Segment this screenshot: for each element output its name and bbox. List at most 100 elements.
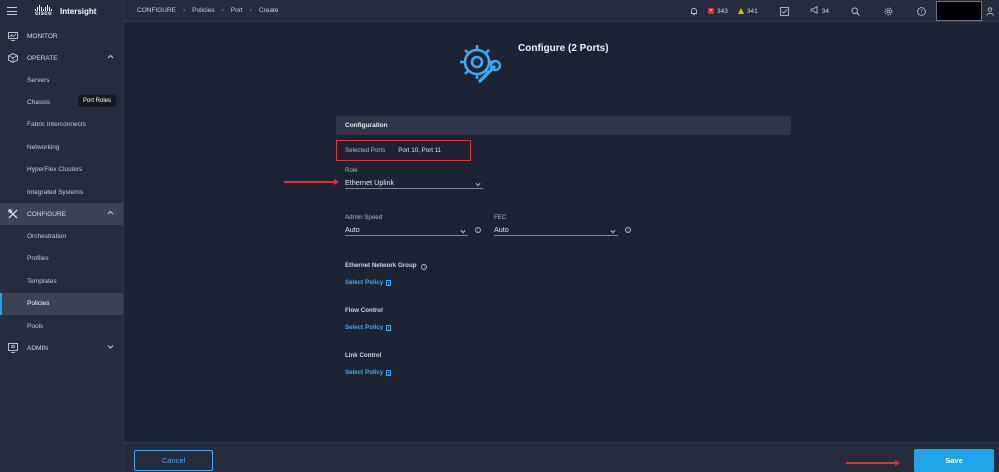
search-icon[interactable]: [851, 6, 860, 16]
sidebar-item-label: Integrated Systems: [27, 188, 83, 196]
admin-speed-value: Auto: [345, 225, 360, 234]
role-value: Ethernet Uplink: [345, 178, 395, 187]
sidebar-item-label: Templates: [27, 277, 57, 285]
nav-section-label: ADMIN: [27, 344, 48, 352]
sidebar-item-hyperflex-clusters[interactable]: HyperFlex Clusters: [0, 159, 123, 181]
sidebar-item-label: Orchestration: [27, 233, 67, 241]
admin-speed-info-icon[interactable]: i: [475, 227, 481, 233]
critical-alarm-icon: ×: [708, 8, 715, 14]
tasks-icon[interactable]: [779, 6, 789, 16]
admin-icon: [8, 343, 18, 354]
top-bar: CONFIGURE › Policies › Port › Create × 3…: [124, 0, 999, 22]
selected-ports-row: Selected Ports Port 10, Port 11: [336, 140, 471, 161]
megaphone-icon: [810, 6, 819, 16]
nav-section-label: OPERATE: [27, 54, 58, 62]
chevron-up-icon: [107, 210, 114, 217]
warning-icon: [737, 8, 744, 14]
nav-section-admin[interactable]: ADMIN: [0, 337, 123, 359]
nav-section-label: CONFIGURE: [27, 210, 66, 218]
sidebar-item-fabric-interconnects[interactable]: Fabric Interconnects: [0, 114, 123, 136]
sidebar-item-label: Pools: [27, 322, 44, 330]
tooltip: Port Roles: [78, 95, 117, 108]
cancel-button[interactable]: Cancel: [134, 450, 213, 471]
nav-section-monitor[interactable]: MONITOR: [0, 25, 123, 47]
chevron-right-icon: ›: [183, 7, 186, 14]
warning-alarm-count: 341: [746, 7, 758, 15]
help-icon[interactable]: ?: [917, 6, 926, 16]
user-icon[interactable]: [986, 6, 994, 16]
configure-icon: [8, 209, 18, 219]
footer-bar: Cancel Save: [124, 442, 999, 472]
selected-ports-label: Selected Ports: [345, 147, 386, 154]
top-right-toolbar: × 343 341 34 ?: [690, 0, 999, 22]
brand-bar: cisco Intersight: [0, 0, 123, 22]
sidebar-item-pools[interactable]: Pools: [0, 315, 123, 337]
sidebar-item-orchestration[interactable]: Orchestration: [0, 225, 123, 247]
flow-control-select-policy[interactable]: Select Policy: [345, 324, 392, 331]
fec-label: FEC: [494, 214, 507, 221]
annotation-arrow-role: [284, 179, 339, 184]
nav-section-operate[interactable]: OPERATE: [0, 47, 123, 69]
menu-icon[interactable]: [7, 7, 17, 15]
fec-info-icon[interactable]: i: [625, 227, 631, 233]
ethernet-network-group-info-icon[interactable]: i: [421, 263, 428, 270]
annotation-arrow-save: [846, 460, 900, 465]
svg-text:?: ?: [920, 9, 923, 15]
sidebar-item-servers[interactable]: Servers: [0, 69, 123, 91]
brand-name: Intersight: [60, 6, 97, 16]
sidebar-item-label: HyperFlex Clusters: [27, 166, 83, 174]
chevron-down-icon: [610, 227, 616, 236]
breadcrumb: CONFIGURE › Policies › Port › Create: [137, 7, 278, 14]
sidebar-item-integrated-systems[interactable]: Integrated Systems: [0, 181, 123, 203]
announcement-count: 34: [821, 7, 829, 15]
critical-alarms[interactable]: × 343: [708, 8, 728, 15]
sidebar-item-profiles[interactable]: Profiles: [0, 248, 123, 270]
nav-section-label: MONITOR: [27, 32, 58, 40]
sidebar-item-chassis[interactable]: Chassis Port Roles: [0, 91, 123, 113]
ethernet-network-group-label: Ethernet Network Group i: [345, 262, 428, 270]
document-icon: [386, 324, 392, 331]
sidebar-item-templates[interactable]: Templates: [0, 270, 123, 292]
select-policy-text: Select Policy: [345, 369, 384, 376]
breadcrumb-policies[interactable]: Policies: [192, 7, 214, 14]
link-control-label: Link Control: [345, 352, 382, 359]
chevron-down-icon: [460, 227, 466, 236]
role-label: Role: [345, 167, 358, 174]
flow-control-label: Flow Control: [345, 307, 383, 314]
select-policy-text: Select Policy: [345, 324, 384, 331]
critical-alarm-count: 343: [717, 7, 728, 15]
role-select[interactable]: Ethernet Uplink: [345, 177, 483, 189]
main-content: Configure (2 Ports) Configuration Select…: [124, 22, 999, 442]
select-policy-text: Select Policy: [345, 279, 384, 286]
breadcrumb-configure[interactable]: CONFIGURE: [137, 7, 176, 14]
sidebar: cisco Intersight MONITOR OPERATE Servers…: [0, 0, 124, 472]
chevron-right-icon: ›: [249, 7, 252, 14]
chevron-up-icon: [107, 54, 114, 61]
breadcrumb-port[interactable]: Port: [231, 7, 243, 14]
configure-gear-wrench-icon: [456, 41, 504, 89]
sidebar-item-label: Policies: [27, 300, 50, 308]
sidebar-item-policies[interactable]: Policies: [0, 292, 123, 315]
sidebar-item-label: Networking: [27, 143, 60, 151]
chevron-down-icon: [107, 344, 114, 351]
admin-speed-label: Admin Speed: [345, 214, 383, 221]
gear-icon[interactable]: [884, 7, 893, 16]
sidebar-item-label: Chassis: [27, 99, 51, 107]
sidebar-item-label: Profiles: [27, 255, 49, 263]
selected-ports-value: Port 10, Port 11: [398, 147, 442, 154]
ethernet-network-group-select-policy[interactable]: Select Policy: [345, 279, 392, 286]
save-button[interactable]: Save: [914, 449, 994, 472]
monitor-icon: [8, 31, 18, 41]
nav-section-configure[interactable]: CONFIGURE: [0, 203, 123, 226]
announcements[interactable]: 34: [810, 6, 829, 16]
cisco-logo: cisco: [35, 5, 52, 17]
chevron-down-icon: [475, 180, 481, 189]
sidebar-item-networking[interactable]: Networking: [0, 136, 123, 158]
sidebar-item-label: Servers: [27, 76, 50, 84]
user-account[interactable]: [936, 1, 982, 21]
admin-speed-select[interactable]: Auto: [345, 224, 468, 236]
link-control-select-policy[interactable]: Select Policy: [345, 369, 392, 376]
warning-alarms[interactable]: 341: [737, 7, 758, 15]
bell-icon[interactable]: [690, 7, 698, 16]
fec-select[interactable]: Auto: [494, 224, 618, 236]
